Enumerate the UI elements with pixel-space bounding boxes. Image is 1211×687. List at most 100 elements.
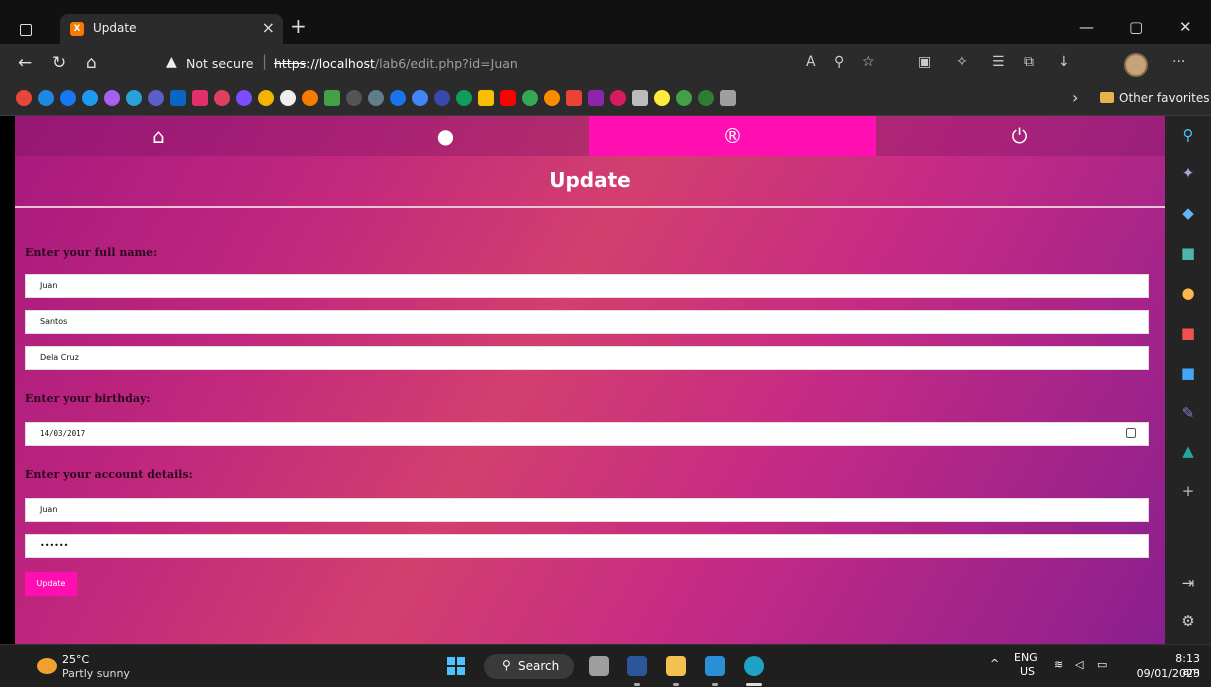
collections-icon[interactable]: ⧉ [1024,54,1034,70]
profile-avatar[interactable] [1124,53,1148,77]
fav-icon-24[interactable] [522,90,538,106]
outlook-icon[interactable]: ■ [1179,364,1197,382]
language-bottom[interactable]: US [1020,665,1035,678]
google-fav-icon[interactable] [16,90,32,106]
weather-description[interactable]: Partly sunny [62,667,130,680]
other-favorites[interactable]: Other favorites [1100,91,1210,105]
zoom-icon[interactable]: ⚲ [834,54,844,70]
fav-icon-32[interactable] [698,90,714,106]
fav-icon-16[interactable] [346,90,362,106]
tab-update[interactable]: X Update × [60,14,283,44]
fav-icon-14[interactable] [302,90,318,106]
twitter-fav-icon[interactable] [82,90,98,106]
last-name-input[interactable]: Dela Cruz [25,346,1149,370]
tools-icon[interactable]: ■ [1179,244,1197,262]
copilot-icon[interactable]: ✦ [1179,164,1197,182]
designer-icon[interactable]: ✎ [1179,404,1197,422]
vscode-icon[interactable] [705,656,725,676]
password-input[interactable]: •••••• [25,534,1149,558]
fav-icon-25[interactable] [544,90,560,106]
settings-icon[interactable]: ⚙ [1179,612,1197,630]
keep-fav-icon[interactable] [478,90,494,106]
fav-icon-2[interactable] [38,90,54,106]
task-view-icon[interactable] [589,656,609,676]
hide-sidebar-icon[interactable]: ⇥ [1179,574,1197,592]
facebook-fav-icon[interactable] [60,90,76,106]
office-icon[interactable]: ■ [1179,324,1197,342]
file-explorer-icon[interactable] [666,656,686,676]
weather-temperature[interactable]: 25°C [62,653,89,666]
more-options-icon[interactable]: ··· [1172,54,1185,70]
telegram-fav-icon[interactable] [126,90,142,106]
fav-icon-31[interactable] [676,90,692,106]
fav-icon-29[interactable] [632,90,648,106]
read-aloud-icon[interactable]: A [806,54,816,70]
home-browser-icon[interactable]: ⌂ [86,53,97,73]
instagram-fav-icon[interactable] [192,90,208,106]
search-icon[interactable]: ⚲ [1179,126,1197,144]
tray-overflow-icon[interactable]: ^ [990,657,999,670]
fav-icon-28[interactable] [610,90,626,106]
word-icon[interactable] [627,656,647,676]
nav-home[interactable]: ⌂ [15,116,302,156]
nav-profile[interactable]: ● [302,116,589,156]
start-button[interactable] [447,657,465,675]
partly-sunny-icon[interactable] [37,658,57,674]
github-fav-icon[interactable] [280,90,296,106]
fav-icon-33[interactable] [720,90,736,106]
language-top[interactable]: ENG [1014,651,1038,664]
nav-register[interactable]: ® [589,116,876,156]
teams-fav-icon[interactable] [148,90,164,106]
fav-icon-20[interactable] [434,90,450,106]
refresh-icon[interactable]: ↻ [52,53,66,73]
fav-icon-18[interactable] [390,90,406,106]
shopping-icon[interactable]: ◆ [1179,204,1197,222]
calendar-icon[interactable] [1126,428,1136,438]
security-label[interactable]: Not secure [186,56,253,71]
battery-icon[interactable]: ▭ [1097,658,1107,671]
back-icon[interactable]: ← [18,53,32,73]
fav-icon-15[interactable] [324,90,340,106]
downloads-icon[interactable]: ↓ [1058,54,1070,70]
games-icon[interactable]: ● [1179,284,1197,302]
first-name-input[interactable]: Juan [25,274,1149,298]
favorites-overflow-icon[interactable]: › [1072,88,1078,107]
google-g-fav-icon[interactable] [412,90,428,106]
address-bar[interactable]: ▲ Not secure | https://localhost/lab6/ed… [150,50,905,76]
url-text[interactable]: https://localhost/lab6/edit.php?id=Juan [274,56,518,71]
youtube-fav-icon[interactable] [500,90,516,106]
birthday-input[interactable]: 14/03/2017 [25,422,1149,446]
new-tab-icon[interactable]: + [290,14,307,38]
messenger-fav-icon[interactable] [104,90,120,106]
middle-name-input[interactable]: Santos [25,310,1149,334]
close-tab-icon[interactable]: × [262,18,275,37]
add-icon[interactable]: + [1179,482,1197,500]
notion-extension-icon[interactable]: ▣ [918,54,931,70]
wifi-icon[interactable]: ≋ [1054,658,1063,671]
favorite-add-icon[interactable]: ☆ [862,54,875,70]
volume-icon[interactable]: ◁ [1075,658,1083,671]
fav-icon-27[interactable] [588,90,604,106]
edge-icon[interactable] [744,656,764,676]
linkedin-fav-icon[interactable] [170,90,186,106]
clock-date[interactable]: 09/01/2023 [1130,667,1200,680]
gmail-fav-icon[interactable] [566,90,582,106]
drop-icon[interactable]: ▲ [1179,442,1197,460]
tab-title: Update [93,21,137,35]
minimize-icon[interactable]: — [1079,18,1094,36]
extensions-icon[interactable]: ✧ [956,54,968,70]
close-window-icon[interactable]: ✕ [1179,18,1192,36]
fav-icon-30[interactable] [654,90,670,106]
username-input[interactable]: Juan [25,498,1149,522]
nav-logout[interactable]: ⏻ [876,116,1163,156]
drive-fav-icon[interactable] [456,90,472,106]
fav-icon-10[interactable] [214,90,230,106]
taskbar-search[interactable]: ⚲ Search [484,654,574,679]
restore-icon[interactable]: ▢ [1129,18,1143,36]
fav-icon-17[interactable] [368,90,384,106]
fav-icon-11[interactable] [236,90,252,106]
tab-actions-icon[interactable] [20,24,32,36]
fav-icon-12[interactable] [258,90,274,106]
favorites-icon[interactable]: ☰ [992,54,1005,70]
update-button[interactable]: Update [25,572,77,596]
